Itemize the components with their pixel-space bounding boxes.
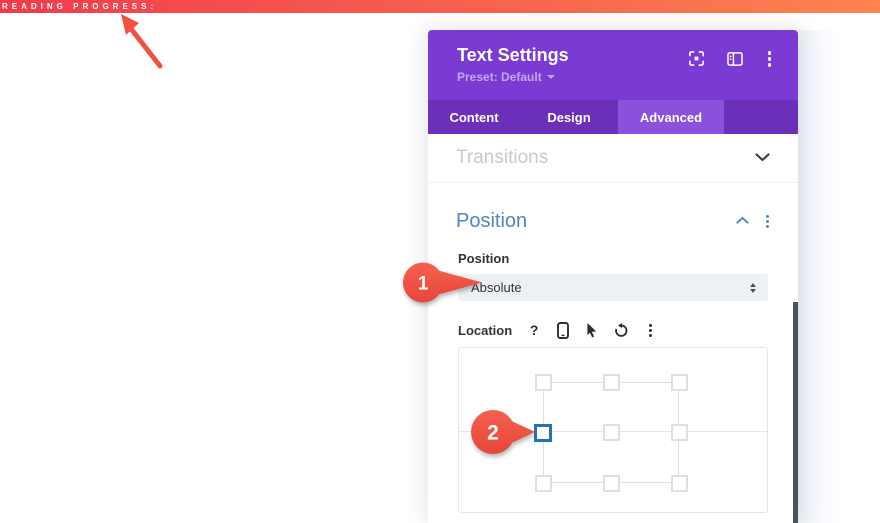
phone-icon[interactable]	[555, 321, 571, 339]
position-section-header: Position	[428, 209, 798, 233]
help-icon[interactable]: ?	[526, 321, 542, 339]
cursor-icon[interactable]	[584, 321, 600, 339]
tab-design[interactable]: Design	[520, 100, 618, 134]
preset-selector[interactable]: Preset: Default	[457, 70, 798, 84]
position-field-label: Position	[458, 251, 510, 266]
position-section: Position Position Absolute Location ?	[428, 183, 798, 513]
header-icon-group	[688, 50, 775, 68]
transitions-label: Transitions	[456, 147, 549, 168]
more-options-icon[interactable]	[765, 50, 775, 68]
callout-number: 1	[418, 274, 429, 295]
location-anchor-middle-right[interactable]	[670, 424, 688, 441]
location-anchor-top-left[interactable]	[534, 373, 552, 391]
chevron-up-icon[interactable]	[736, 212, 749, 230]
location-anchor-middle-center[interactable]	[602, 424, 620, 441]
location-anchor-bottom-center[interactable]	[602, 474, 620, 492]
tab-advanced[interactable]: Advanced	[618, 100, 724, 134]
select-stepper-icon	[750, 282, 756, 293]
location-anchor-middle-left-selected[interactable]	[534, 423, 552, 442]
chevron-down-icon	[755, 149, 770, 167]
page-background-shade	[798, 30, 840, 523]
callout-number: 2	[487, 422, 499, 445]
callout-badge-1: 1	[403, 262, 483, 308]
tab-bar: Content Design Advanced	[428, 100, 798, 134]
position-select[interactable]: Absolute	[458, 274, 768, 301]
reset-icon[interactable]	[613, 321, 629, 339]
callout-badge-2: 2	[471, 409, 536, 460]
location-row: Location ?	[458, 318, 768, 342]
location-anchor-bottom-left[interactable]	[534, 474, 552, 492]
scrollbar[interactable]	[793, 302, 798, 523]
focus-mode-icon[interactable]	[688, 50, 705, 67]
location-label: Location	[458, 322, 513, 338]
more-options-icon[interactable]	[642, 321, 658, 339]
modal-header: Text Settings Preset: Default	[428, 30, 798, 100]
location-anchor-bottom-right[interactable]	[670, 474, 688, 492]
more-options-icon[interactable]	[763, 214, 772, 229]
layout-view-icon[interactable]	[726, 51, 743, 66]
position-header-icons	[736, 212, 772, 230]
position-section-title[interactable]: Position	[456, 210, 736, 233]
tab-content[interactable]: Content	[428, 100, 520, 134]
location-anchor-top-center[interactable]	[602, 373, 620, 391]
chevron-down-icon	[546, 75, 555, 79]
transitions-toggle[interactable]: Transitions	[428, 134, 798, 183]
annotation-arrow-icon	[108, 12, 170, 77]
preset-label: Preset: Default	[457, 70, 542, 84]
location-anchor-top-right[interactable]	[670, 373, 688, 391]
